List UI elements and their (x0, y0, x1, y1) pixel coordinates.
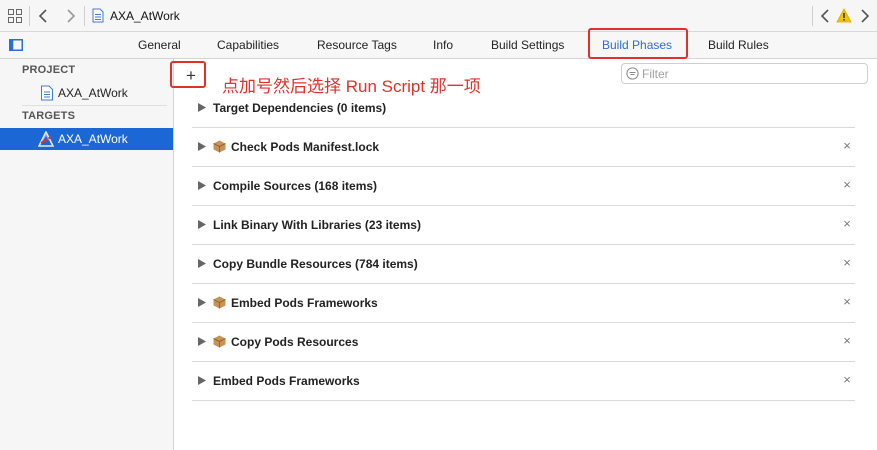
tab-capabilities[interactable]: Capabilities (217, 38, 279, 52)
tab-build-rules[interactable]: Build Rules (708, 38, 769, 52)
issue-back-arrow-icon[interactable] (818, 7, 834, 25)
toolbar-divider (29, 6, 30, 26)
disclosure-triangle-icon[interactable] (198, 337, 206, 346)
phase-label: Link Binary With Libraries (23 items) (213, 218, 421, 232)
phase-row-target-dependencies[interactable]: Target Dependencies (0 items) (192, 89, 855, 128)
build-phases-highlight-box (588, 28, 688, 59)
add-button-highlight-box (170, 61, 206, 88)
sidebar-item-target[interactable]: AXA_AtWork (0, 128, 173, 150)
disclosure-triangle-icon[interactable] (198, 103, 206, 112)
phase-label: Embed Pods Frameworks (231, 296, 378, 310)
phase-label: Compile Sources (168 items) (213, 179, 378, 193)
phase-row-link-binary[interactable]: Link Binary With Libraries (23 items) × (192, 206, 855, 245)
pod-box-icon (213, 335, 226, 348)
phase-label: Check Pods Manifest.lock (231, 140, 380, 154)
pod-box-icon (213, 296, 226, 309)
phase-label: Copy Bundle Resources (784 items) (213, 257, 418, 271)
project-file-icon (41, 85, 53, 101)
issue-forward-arrow-icon[interactable] (856, 7, 872, 25)
navigation-bar: AXA_AtWork (0, 0, 877, 32)
filter-field[interactable] (621, 63, 868, 84)
pod-box-icon (213, 140, 226, 153)
file-title[interactable]: AXA_AtWork (110, 9, 180, 23)
phase-row-check-pods-manifest[interactable]: Check Pods Manifest.lock × (192, 128, 855, 167)
phase-label: Copy Pods Resources (231, 335, 359, 349)
close-icon[interactable]: × (840, 177, 854, 193)
sidebar-item-label: AXA_AtWork (58, 86, 128, 100)
phase-label: Target Dependencies (0 items) (213, 101, 387, 115)
tab-resource-tags[interactable]: Resource Tags (317, 38, 397, 52)
forward-arrow-icon[interactable] (62, 7, 78, 25)
sidebar-toggle-icon[interactable] (9, 39, 23, 51)
tab-build-settings[interactable]: Build Settings (491, 38, 564, 52)
warning-icon[interactable] (836, 8, 852, 23)
phase-row-embed-pods-frameworks[interactable]: Embed Pods Frameworks × (192, 284, 855, 323)
toolbar-divider (84, 6, 85, 26)
phase-row-copy-pods-resources[interactable]: Copy Pods Resources × (192, 323, 855, 362)
disclosure-triangle-icon[interactable] (198, 298, 206, 307)
xcode-target-icon (38, 131, 54, 147)
grid-icon[interactable] (8, 9, 22, 23)
disclosure-triangle-icon[interactable] (198, 259, 206, 268)
sidebar-item-label: AXA_AtWork (58, 132, 128, 146)
close-icon[interactable]: × (840, 138, 854, 154)
editor-tab-bar: General Capabilities Resource Tags Info … (0, 32, 877, 59)
close-icon[interactable]: × (840, 216, 854, 232)
phase-label: Embed Pods Frameworks (213, 374, 360, 388)
filter-icon (626, 67, 639, 80)
close-icon[interactable]: × (840, 255, 854, 271)
disclosure-triangle-icon[interactable] (198, 376, 206, 385)
phase-row-compile-sources[interactable]: Compile Sources (168 items) × (192, 167, 855, 206)
tab-info[interactable]: Info (433, 38, 453, 52)
close-icon[interactable]: × (840, 333, 854, 349)
toolbar-divider (812, 6, 813, 26)
project-section-header: PROJECT (22, 64, 76, 76)
sidebar-divider (22, 105, 167, 106)
sidebar-item-project[interactable]: AXA_AtWork (0, 82, 173, 104)
close-icon[interactable]: × (840, 294, 854, 310)
disclosure-triangle-icon[interactable] (198, 220, 206, 229)
phase-row-copy-bundle-resources[interactable]: Copy Bundle Resources (784 items) × (192, 245, 855, 284)
file-icon (92, 8, 104, 23)
tab-general[interactable]: General (138, 38, 181, 52)
targets-section-header: TARGETS (22, 110, 76, 122)
close-icon[interactable]: × (840, 372, 854, 388)
project-navigator-sidebar: PROJECT AXA_AtWork TARGETS AXA_AtWork (0, 59, 174, 450)
back-arrow-icon[interactable] (36, 7, 52, 25)
phase-row-embed-pods-frameworks-2[interactable]: Embed Pods Frameworks × (192, 362, 855, 401)
disclosure-triangle-icon[interactable] (198, 142, 206, 151)
disclosure-triangle-icon[interactable] (198, 181, 206, 190)
filter-input[interactable] (642, 65, 862, 82)
